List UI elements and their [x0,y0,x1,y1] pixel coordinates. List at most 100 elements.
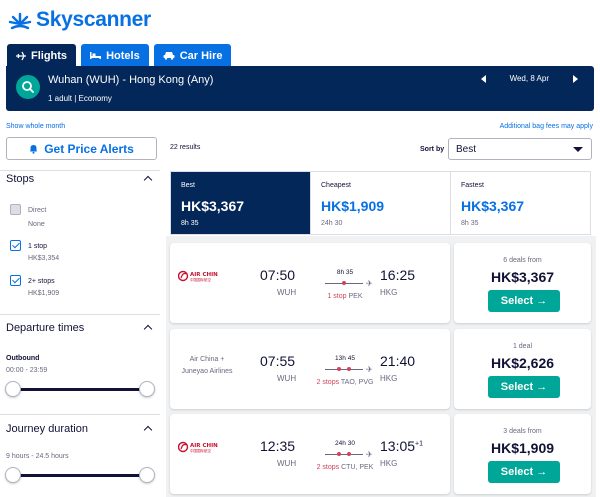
journey-duration-title: Journey duration [6,423,88,435]
flight-duration: 13h 45 [335,355,355,362]
plane-icon [16,51,26,60]
arrival-airport: HKG [380,374,398,383]
product-tabs: Flights Hotels Car Hire [7,44,232,67]
tab-hotels[interactable]: Hotels [81,44,149,67]
arrival-airport: HKG [380,288,398,297]
stop-dot [337,452,341,456]
select-button[interactable]: Select → [488,290,560,312]
duration-slider-track[interactable] [12,474,150,477]
deals-count: 6 deals from [503,257,542,264]
flight-card[interactable]: Air China + Juneyao Airlines 07:55 WUH 13… [170,329,450,409]
sort-tab-label: Fastest [461,182,484,189]
stop-dot [347,452,351,456]
sort-tab-cheapest[interactable]: Cheapest HK$1,909 24h 30 [311,172,451,234]
select-button[interactable]: Select → [488,376,560,398]
arrival-airport: HKG [380,459,398,468]
flight-duration: 8h 35 [336,269,354,276]
one-stop-label: 1 stop [28,243,48,250]
arrival-time: 16:25 [380,267,416,283]
svg-text:中国国际航空: 中国国际航空 [190,448,211,453]
duration-slider-max-handle[interactable] [139,467,155,483]
plane-icon: ✈ [366,450,373,459]
bell-icon [30,144,38,154]
stops-info: 2 stops TAO, PVG [316,379,374,386]
chevron-down-icon [573,147,583,152]
chevron-up-icon[interactable] [143,425,153,435]
header: Skyscanner [0,0,600,40]
search-button[interactable] [16,75,40,99]
flight-price: HK$2,626 [490,355,555,371]
departure-slider-max-handle[interactable] [139,381,155,397]
flight-path-line [325,369,363,370]
price-card: 3 deals from HK$1,909 Select → [454,414,591,494]
sort-tab-best[interactable]: Best HK$3,367 8h 35 [171,172,311,234]
departure-time: 07:50 [260,267,296,283]
get-price-alerts-button[interactable]: Get Price Alerts [6,137,157,160]
plane-icon: ✈ [366,279,373,288]
price-card: 6 deals from HK$3,367 Select → [454,243,591,323]
sort-by-label: Sort by [420,146,445,153]
tab-label: Hotels [106,49,140,62]
logo[interactable]: Skyscanner [8,8,151,32]
tab-car-hire[interactable]: Car Hire [153,44,232,67]
bed-icon [90,52,102,59]
search-icon [22,81,34,93]
sort-tab-price: HK$1,909 [321,198,385,214]
departure-slider-track[interactable] [12,388,150,391]
selected-date[interactable]: Wed, 8 Apr [510,74,549,83]
one-stop-checkbox[interactable] [10,240,21,251]
sort-tab-label: Best [181,182,196,189]
departure-time: 07:55 [260,353,296,369]
price-alert-label: Get Price Alerts [44,141,134,156]
chevron-up-icon[interactable] [143,324,153,334]
duration-range: 9 hours - 24.5 hours [6,453,69,460]
sort-tab-duration: 8h 35 [461,220,479,227]
stop-dot [337,367,341,371]
two-plus-stops-price: HK$1,909 [28,290,60,297]
departure-slider-min-handle[interactable] [5,381,21,397]
flight-duration: 24h 30 [335,440,355,447]
bag-fees-link[interactable]: Additional bag fees may apply [500,123,593,130]
show-whole-month-link[interactable]: Show whole month [6,123,65,130]
tab-label: Car Hire [179,49,223,62]
check-icon [12,240,20,249]
departure-range: 00:00 - 23:59 [6,367,48,374]
outbound-label: Outbound [6,355,40,362]
chevron-up-icon[interactable] [143,175,153,185]
flight-card[interactable]: AIR CHINA 中国国际航空 07:50 WUH 8h 35 ✈ 16:25… [170,243,450,323]
departure-airport: WUH [277,374,297,383]
sort-select-value: Best [456,143,477,155]
departure-airport: WUH [277,459,297,468]
deals-count: 3 deals from [503,428,542,435]
skyscanner-sunrise-icon [8,12,32,30]
sort-tab-duration: 24h 30 [321,220,343,227]
flight-card[interactable]: AIR CHINA 中国国际航空 12:35 WUH 24h 30 ✈ 13:0… [170,414,450,494]
direct-checkbox[interactable] [10,204,21,215]
air-china-logo-icon: AIR CHINA 中国国际航空 [178,441,218,453]
check-icon [12,275,20,284]
sort-select[interactable]: Best [448,138,592,160]
direct-price: None [28,221,45,228]
duration-slider-min-handle[interactable] [5,467,21,483]
flight-price: HK$1,909 [490,440,555,456]
stops-info: 2 stops CTU, PEK [316,464,374,471]
tab-flights[interactable]: Flights [7,44,77,67]
air-china-logo-icon: AIR CHINA 中国国际航空 [178,270,218,282]
previous-date-icon[interactable] [480,74,486,83]
departure-times-title: Departure times [6,322,85,334]
logo-text: Skyscanner [36,8,151,31]
travellers-cabin: 1 adult | Economy [48,94,112,103]
sort-tab-fastest[interactable]: Fastest HK$3,367 8h 35 [451,172,590,234]
sort-tab-price: HK$3,367 [181,198,245,214]
two-plus-stops-checkbox[interactable] [10,275,21,286]
stop-dot [347,367,351,371]
results-count: 22 results [170,144,201,151]
tab-label: Flights [31,49,68,62]
select-button[interactable]: Select → [488,461,560,483]
route-text: Wuhan (WUH) - Hong Kong (Any) [48,74,214,86]
next-date-icon[interactable] [573,74,578,83]
search-summary-bar[interactable]: Wuhan (WUH) - Hong Kong (Any) 1 adult | … [6,66,594,111]
sort-tab-price: HK$3,367 [461,198,525,214]
sort-tab-label: Cheapest [321,182,351,189]
divider [0,414,160,415]
